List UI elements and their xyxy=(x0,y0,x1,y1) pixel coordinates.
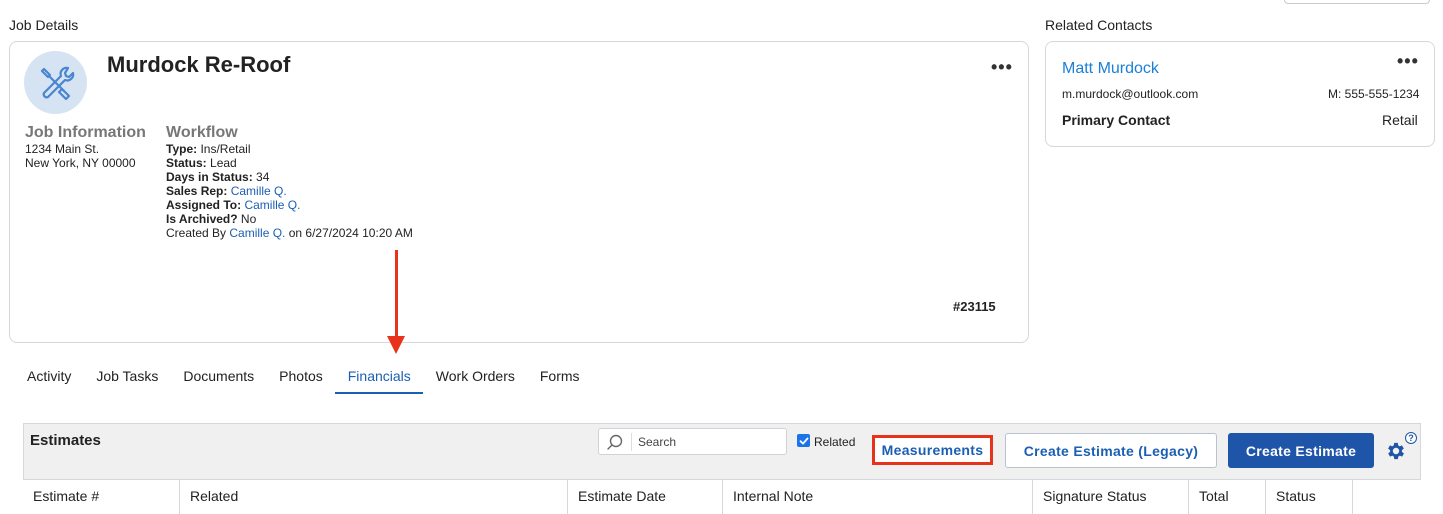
workflow-created-row: Created By Camille Q. on 6/27/2024 10:20… xyxy=(166,226,413,240)
search-divider xyxy=(631,433,632,451)
top-partial-control[interactable] xyxy=(1284,0,1430,4)
create-estimate-button[interactable]: Create Estimate xyxy=(1228,433,1374,468)
column-actions xyxy=(1353,480,1419,514)
measurements-button[interactable]: Measurements xyxy=(872,435,993,465)
workflow-type-row: Type: Ins/Retail xyxy=(166,142,413,156)
tab-activity[interactable]: Activity xyxy=(14,362,83,394)
job-information-heading: Job Information xyxy=(25,124,146,141)
sales-rep-label: Sales Rep: xyxy=(166,184,228,198)
contact-role: Primary Contact xyxy=(1062,112,1171,128)
contact-phone: M: 555-555-1234 xyxy=(1328,87,1420,101)
workflow-status-row: Status: Lead xyxy=(166,156,413,170)
contact-category: Retail xyxy=(1382,112,1418,128)
created-on: on 6/27/2024 10:20 AM xyxy=(288,226,413,240)
sales-rep-link[interactable]: Camille Q. xyxy=(231,184,287,198)
contact-more-button[interactable]: ••• xyxy=(1397,52,1419,70)
archived-value: No xyxy=(240,212,257,226)
tab-financials[interactable]: Financials xyxy=(334,362,423,394)
tools-icon xyxy=(40,66,74,100)
related-checkbox-label: Related xyxy=(814,435,856,449)
assigned-label: Assigned To: xyxy=(166,198,242,212)
status-label: Status: xyxy=(166,156,207,170)
related-checkbox[interactable] xyxy=(797,434,810,447)
column-total[interactable]: Total xyxy=(1189,480,1266,514)
related-contacts-label: Related Contacts xyxy=(1045,17,1153,33)
search-input[interactable] xyxy=(638,431,782,452)
job-number: #23115 xyxy=(953,299,996,314)
tab-photos[interactable]: Photos xyxy=(266,362,335,394)
help-icon[interactable]: ? xyxy=(1405,432,1417,444)
workflow-sales-rep-row: Sales Rep: Camille Q. xyxy=(166,184,413,198)
days-label: Days in Status: xyxy=(166,170,253,184)
column-internal-note[interactable]: Internal Note xyxy=(723,480,1033,514)
workflow-heading: Workflow xyxy=(166,124,238,141)
workflow-archived-row: Is Archived? No xyxy=(166,212,413,226)
job-more-button[interactable]: ••• xyxy=(991,58,1013,76)
job-details-card xyxy=(9,41,1029,343)
column-estimate-date[interactable]: Estimate Date xyxy=(568,480,723,514)
checkmark-icon xyxy=(799,437,808,444)
job-details-label: Job Details xyxy=(9,17,79,33)
job-title: Murdock Re-Roof xyxy=(107,52,291,77)
column-related[interactable]: Related xyxy=(180,480,568,514)
archived-label: Is Archived? xyxy=(166,212,238,226)
address-line2: New York, NY 00000 xyxy=(25,156,136,170)
type-value: Ins/Retail xyxy=(200,142,251,156)
tab-job-tasks[interactable]: Job Tasks xyxy=(83,362,170,394)
created-by-prefix: Created By xyxy=(166,226,227,240)
column-estimate-number[interactable]: Estimate # xyxy=(23,480,180,514)
search-icon xyxy=(607,434,623,450)
contact-email: m.murdock@outlook.com xyxy=(1062,87,1199,101)
gear-icon[interactable] xyxy=(1385,440,1407,462)
column-status[interactable]: Status xyxy=(1266,480,1353,514)
status-value: Lead xyxy=(210,156,237,170)
workflow-days-row: Days in Status: 34 xyxy=(166,170,413,184)
created-by-link[interactable]: Camille Q. xyxy=(229,226,285,240)
tab-work-orders[interactable]: Work Orders xyxy=(423,362,527,394)
estimates-table-header: Estimate # Related Estimate Date Interna… xyxy=(23,479,1421,514)
type-label: Type: xyxy=(166,142,198,156)
job-avatar xyxy=(24,51,87,114)
days-value: 34 xyxy=(256,170,270,184)
workflow-details: Type: Ins/Retail Status: Lead Days in St… xyxy=(166,142,413,240)
workflow-assigned-row: Assigned To: Camille Q. xyxy=(166,198,413,212)
address-line1: 1234 Main St. xyxy=(25,142,100,156)
job-address: 1234 Main St. New York, NY 00000 xyxy=(25,142,136,170)
tab-documents[interactable]: Documents xyxy=(170,362,266,394)
column-signature-status[interactable]: Signature Status xyxy=(1033,480,1189,514)
contact-name-link[interactable]: Matt Murdock xyxy=(1062,60,1159,78)
arrow-down-icon xyxy=(395,250,398,338)
job-tabs: Activity Job Tasks Documents Photos Fina… xyxy=(14,362,592,394)
tab-forms[interactable]: Forms xyxy=(527,362,592,394)
estimates-title: Estimates xyxy=(30,432,101,449)
create-estimate-legacy-button[interactable]: Create Estimate (Legacy) xyxy=(1005,433,1217,468)
arrow-head-icon xyxy=(387,336,405,354)
assigned-to-link[interactable]: Camille Q. xyxy=(244,198,300,212)
